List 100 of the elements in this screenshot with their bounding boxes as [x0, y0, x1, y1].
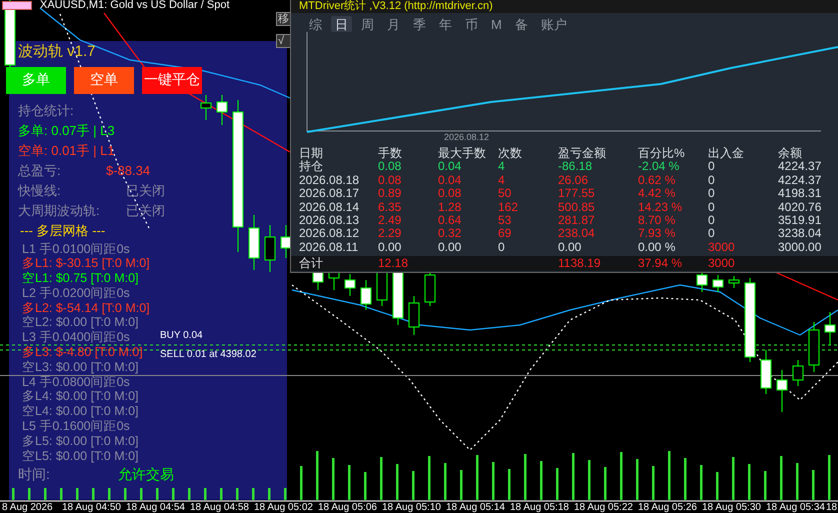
table-cell-text: 持仓	[299, 160, 324, 174]
period-tab[interactable]: 日	[331, 16, 352, 32]
candlestick	[408, 296, 420, 336]
volume-bar	[684, 458, 686, 500]
grid-title: --- 多层网格 ---	[20, 222, 106, 240]
table-cell-text: 2026.08.14	[299, 200, 360, 214]
table-cell-text: 3238.04	[778, 227, 822, 241]
table-cell-text: 0	[708, 174, 716, 188]
table-cell-text: 6.35	[378, 200, 402, 214]
volume-bar	[620, 452, 622, 500]
table-cell-text: 500.85	[558, 200, 596, 214]
period-tab[interactable]: 账户	[536, 16, 571, 32]
volume-bar	[428, 456, 430, 500]
period-tab[interactable]: M	[487, 16, 506, 32]
table-cell-text: 69	[498, 227, 512, 241]
period-tab[interactable]: 月	[383, 16, 404, 32]
volume-bar	[380, 457, 382, 500]
table-cell-text: 8.70 %	[638, 214, 676, 228]
volume-bar	[732, 457, 734, 500]
volume-bar	[140, 488, 142, 500]
period-tab[interactable]: 年	[435, 16, 456, 32]
stat-label: 大周期波动轨:	[18, 204, 101, 219]
column-header: 最大手数	[438, 147, 487, 160]
side-button[interactable]: √	[276, 34, 291, 48]
grid-level-text: 多L3: $-4.80 [T:0 M:0]	[22, 345, 143, 360]
time-axis-label: 18 Aug 05:18	[510, 502, 569, 513]
table-cell-text: 2026.08.12	[299, 227, 360, 241]
grid-level-text: L2 手0.0200间距0s	[22, 286, 130, 301]
candlestick	[728, 276, 740, 288]
volume-bar	[396, 464, 398, 500]
volume-bar	[540, 461, 542, 500]
volume-bar	[460, 470, 462, 500]
table-cell-text: 53	[498, 214, 512, 228]
volume-bar	[508, 469, 510, 500]
table-cell-text: 0.08	[438, 187, 462, 201]
table-cell-text: 0.64	[438, 214, 462, 228]
table-cell-text: 0	[708, 214, 716, 228]
grid-level-text: 多L5: $0.00 [T:0 M:0]	[22, 434, 139, 449]
grid-level-text: L1 手0.0100间距0s	[22, 242, 130, 256]
grid-level-text: 空L1: $0.75 [T:0 M:0]	[22, 271, 139, 286]
stat-label: 空单: 0.01手 | L1	[18, 144, 116, 159]
table-cell-text: 0.08	[378, 160, 402, 174]
volume-bar	[60, 488, 62, 500]
volume-bar	[492, 462, 494, 500]
stat-value: 已关闭	[126, 204, 165, 219]
side-button[interactable]: 移	[276, 12, 291, 26]
table-cell-text: 4020.76	[778, 200, 822, 214]
time-axis-label: 18 Aug 05:10	[382, 502, 441, 513]
period-tab[interactable]: 币	[461, 16, 482, 32]
table-cell-text: 1.28	[438, 200, 462, 214]
table-cell-text: 1138.19	[558, 256, 602, 272]
candlestick	[776, 370, 788, 412]
volume-bar	[796, 463, 798, 500]
column-header: 手数	[378, 147, 403, 160]
period-tab[interactable]: 季	[409, 16, 430, 32]
table-cell-text: 37.94 %	[638, 256, 684, 272]
panel-title: 波动轨 v1.7	[18, 44, 97, 60]
table-cell-text: 238.04	[558, 227, 596, 241]
table-cell-text: -2.04 %	[638, 160, 680, 174]
table-cell-text: 0	[498, 240, 506, 254]
table-cell-text: 3000.00	[778, 240, 822, 254]
volume-bar	[44, 488, 46, 500]
table-cell-text: 4	[498, 160, 506, 174]
table-cell-text: 0.04	[438, 160, 462, 174]
time-axis-label: 8 Aug 2026	[2, 502, 53, 513]
candlestick	[712, 274, 724, 292]
volume-bar	[12, 488, 14, 500]
candlestick	[248, 214, 260, 270]
volume-bar	[604, 467, 606, 500]
volume-bar	[268, 488, 270, 500]
volume-bar	[668, 451, 670, 500]
grid-level-text: 空L3: $0.00 [T:0 M:0]	[22, 360, 139, 375]
table-cell-text: 0.00 %	[638, 240, 676, 254]
period-tab[interactable]: 综	[305, 16, 326, 32]
period-tab[interactable]: 周	[357, 16, 378, 32]
order-button[interactable]: 空单	[74, 66, 134, 94]
stat-label: 快慢线:	[18, 184, 62, 199]
order-button[interactable]: 一键平仓	[142, 66, 202, 94]
table-cell-text: 0	[708, 200, 716, 214]
volume-bar	[700, 465, 702, 500]
volume-bar	[172, 488, 174, 500]
time-axis-label: 18 Aug 04:50	[62, 502, 121, 513]
table-cell-text: 2026.08.18	[299, 174, 360, 188]
candlestick	[200, 94, 212, 120]
volume-bar	[332, 458, 334, 500]
volume-bar	[364, 472, 366, 500]
table-cell-text: 0.00	[378, 240, 402, 254]
chart-axis-label: 2026.08.12	[444, 133, 490, 142]
candlestick	[808, 322, 820, 372]
grid-level-text: 多L1: $-30.15 [T:0 M:0]	[22, 256, 150, 272]
period-tab[interactable]: 备	[510, 16, 532, 32]
table-cell-text: 281.87	[558, 214, 596, 228]
volume-bar	[812, 470, 814, 500]
candlestick	[360, 280, 372, 310]
volume-bar	[300, 466, 302, 500]
stat-value: 已关闭	[126, 184, 165, 199]
time-axis-label: 18 Aug 04:58	[190, 502, 249, 513]
table-cell-text: 2.29	[378, 227, 402, 241]
grid-level-text: 空L5: $0.00 [T:0 M:0]	[22, 448, 139, 464]
table-cell-text: 4224.37	[778, 174, 822, 188]
